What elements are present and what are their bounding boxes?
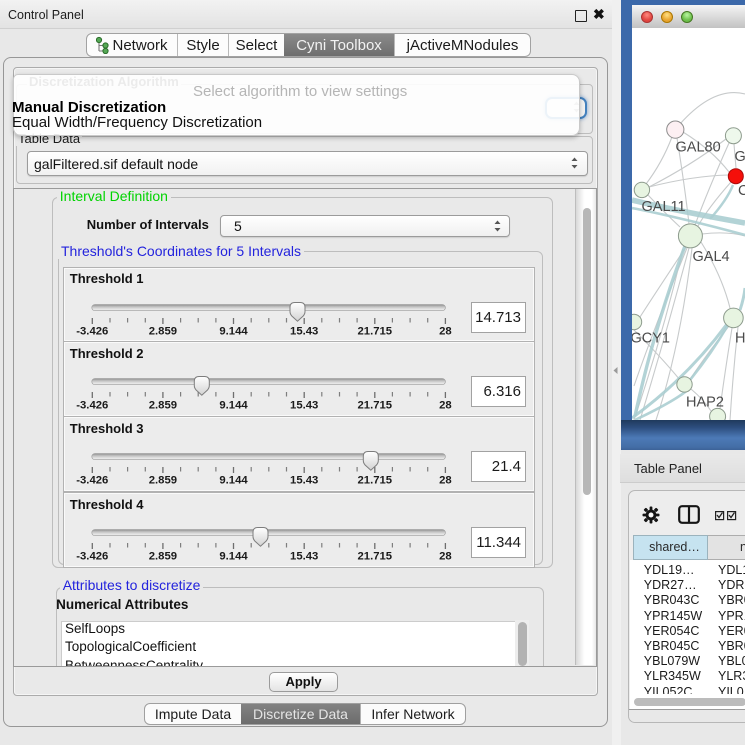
svg-text:GAL11: GAL11	[642, 199, 686, 215]
svg-text:2.859: 2.859	[148, 325, 176, 337]
svg-text:21.715: 21.715	[357, 475, 392, 487]
svg-text:28: 28	[439, 400, 452, 412]
svg-text:9.144: 9.144	[219, 400, 248, 412]
svg-text:GA: GA	[735, 149, 745, 165]
svg-text:15.43: 15.43	[290, 325, 318, 337]
svg-text:28: 28	[439, 475, 452, 487]
svg-text:H: H	[735, 331, 745, 347]
svg-text:-3.426: -3.426	[76, 325, 108, 337]
svg-text:2.859: 2.859	[148, 551, 176, 563]
svg-text:-3.426: -3.426	[76, 400, 108, 412]
svg-text:15.43: 15.43	[290, 400, 318, 412]
svg-text:9.144: 9.144	[219, 325, 248, 337]
svg-text:CR: CR	[738, 183, 745, 199]
svg-text:HAP2: HAP2	[686, 395, 724, 411]
svg-text:21.715: 21.715	[357, 551, 392, 563]
svg-text:2.859: 2.859	[148, 400, 176, 412]
svg-text:9.144: 9.144	[219, 551, 248, 563]
svg-text:2.859: 2.859	[148, 475, 176, 487]
svg-text:21.715: 21.715	[357, 400, 392, 412]
svg-text:28: 28	[439, 325, 452, 337]
svg-text:GAL80: GAL80	[676, 140, 721, 156]
svg-text:28: 28	[439, 551, 452, 563]
svg-text:-3.426: -3.426	[76, 475, 108, 487]
svg-text:GCY1: GCY1	[632, 331, 670, 347]
svg-text:15.43: 15.43	[290, 551, 318, 563]
svg-text:9.144: 9.144	[219, 475, 248, 487]
svg-text:GAL4: GAL4	[693, 249, 730, 265]
svg-text:15.43: 15.43	[290, 475, 318, 487]
svg-text:-3.426: -3.426	[76, 551, 108, 563]
svg-text:21.715: 21.715	[357, 325, 392, 337]
